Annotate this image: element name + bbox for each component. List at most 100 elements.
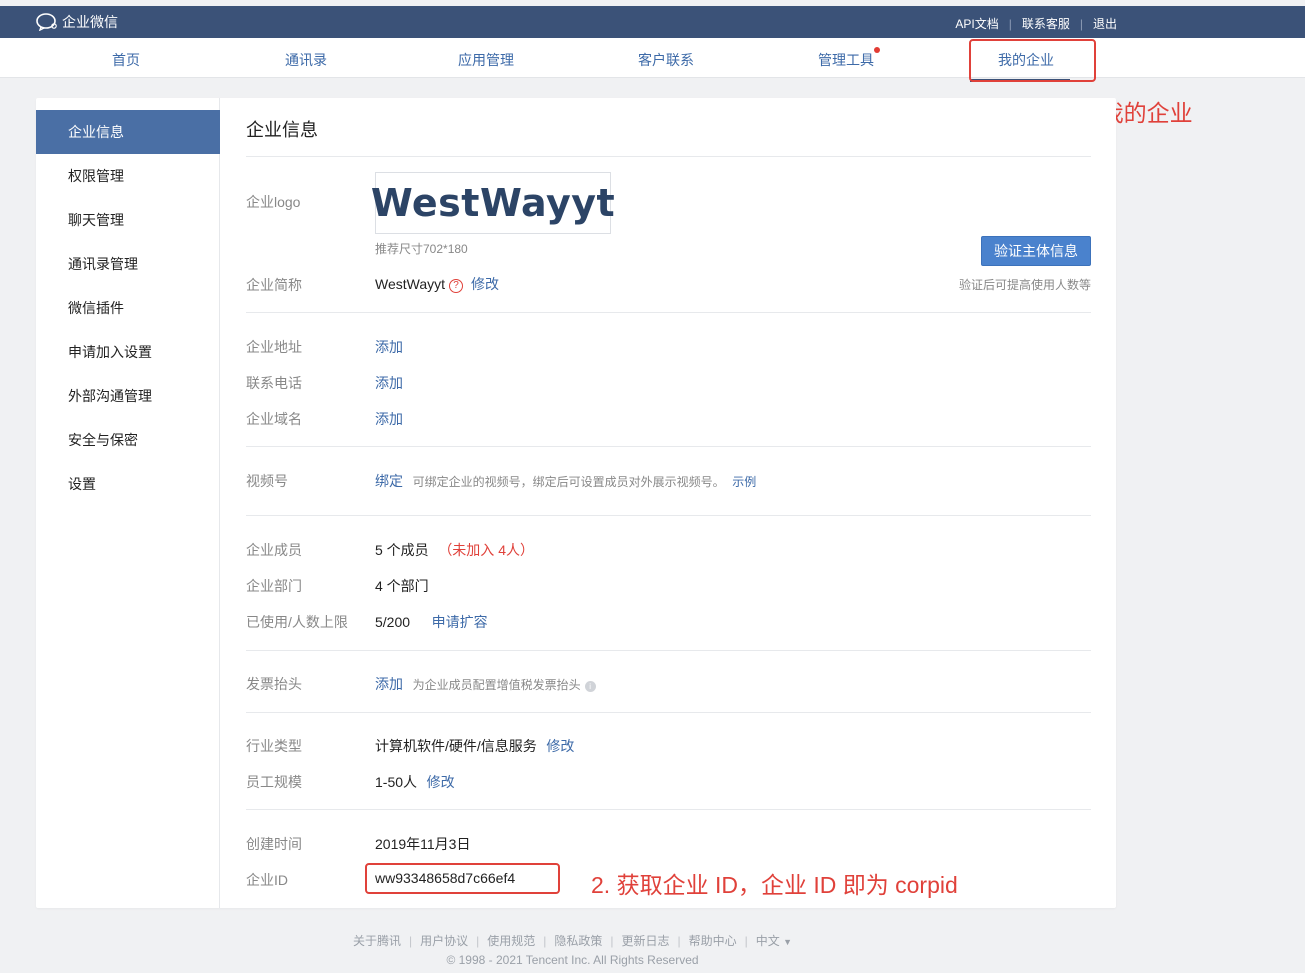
separator: | (744, 934, 748, 948)
phone-label: 联系电话 (246, 375, 302, 391)
caret-down-icon: ▼ (783, 937, 793, 947)
separator: | (476, 934, 480, 948)
help-question-icon[interactable]: ? (449, 279, 464, 293)
verify-hint: 验证后可提高使用人数等 (958, 278, 1091, 292)
api-docs-link[interactable]: API文档 (955, 15, 998, 32)
annotation-step2: 2. 获取企业 ID，企业 ID 即为 corpid (591, 872, 958, 898)
industry-value: 计算机软件/硬件/信息服务 (375, 738, 537, 754)
separator: | (408, 934, 413, 948)
short-name-value: WestWayyt (375, 276, 446, 292)
members-value: 5 个成员 (375, 542, 429, 558)
members-not-joined[interactable]: （未加入 4人） (438, 542, 534, 558)
nav-home[interactable]: 首页 (112, 50, 140, 70)
separator: | (677, 934, 681, 948)
divider (246, 515, 1091, 516)
footer-link-help[interactable]: 帮助中心 (689, 934, 737, 948)
nav-management-tools[interactable]: 管理工具 (818, 47, 880, 70)
departments-label: 企业部门 (246, 578, 302, 594)
scale-value: 1-50人 (375, 774, 418, 790)
separator: | (610, 934, 614, 948)
highlight-my-enterprise (969, 39, 1096, 82)
logo-label: 企业logo (246, 194, 301, 210)
nav-app-management[interactable]: 应用管理 (458, 50, 514, 70)
sidebar-item-chat-management[interactable]: 聊天管理 (36, 198, 220, 242)
divider (246, 156, 1091, 157)
enterprise-logo-image[interactable]: WestWayyt (371, 172, 615, 234)
created-value: 2019年11月3日 (375, 836, 471, 852)
channels-label: 视频号 (246, 473, 288, 489)
logo-image-text: WestWayyt (370, 181, 616, 225)
members-label: 企业成员 (246, 542, 302, 558)
sidebar-item-settings[interactable]: 设置 (36, 462, 220, 506)
footer-link-user-agreement[interactable]: 用户协议 (420, 934, 468, 948)
channels-example-link[interactable]: 示例 (732, 475, 756, 489)
content-card: 企业信息 权限管理 聊天管理 通讯录管理 微信插件 申请加入设置 外部沟通管理 … (36, 98, 1116, 908)
channels-desc: 可绑定企业的视频号，绑定后可设置成员对外展示视频号。 (412, 475, 725, 489)
address-label: 企业地址 (246, 339, 302, 355)
separator: | (1079, 16, 1083, 31)
sidebar-item-external-communication[interactable]: 外部沟通管理 (36, 374, 220, 418)
footer-copyright: © 1998 - 2021 Tencent Inc. All Rights Re… (446, 953, 699, 967)
footer-link-changelog[interactable]: 更新日志 (622, 934, 670, 948)
members-row: 5 个成员 （未加入 4人） (375, 540, 534, 560)
address-add-link[interactable]: 添加 (375, 337, 403, 357)
sidebar-item-permissions[interactable]: 权限管理 (36, 154, 220, 198)
departments-value: 4 个部门 (375, 578, 429, 594)
sidebar-item-security[interactable]: 安全与保密 (36, 418, 220, 462)
sidebar-item-contacts-management[interactable]: 通讯录管理 (36, 242, 220, 286)
top-links: API文档 | 联系客服 | 退出 (955, 15, 1117, 32)
invoice-label: 发票抬头 (246, 676, 302, 692)
divider (246, 650, 1091, 651)
sidebar-item-enterprise-info[interactable]: 企业信息 (36, 110, 220, 154)
footer-link-privacy[interactable]: 隐私政策 (554, 934, 602, 948)
sidebar: 企业信息 权限管理 聊天管理 通讯录管理 微信插件 申请加入设置 外部沟通管理 … (36, 98, 220, 908)
language-select[interactable]: 中文 ▼ (756, 934, 792, 948)
short-name-label: 企业简称 (246, 277, 302, 293)
channels-row: 绑定 可绑定企业的视频号，绑定后可设置成员对外展示视频号。 示例 (375, 471, 756, 491)
usage-row: 5/200 申请扩容 (375, 612, 488, 632)
wecom-logo-icon (36, 13, 57, 31)
short-name-row: WestWayyt? 修改 (375, 274, 499, 294)
footer-link-about[interactable]: 关于腾讯 (353, 934, 401, 948)
industry-edit-link[interactable]: 修改 (546, 738, 574, 754)
notification-dot (874, 47, 880, 53)
logo-size-hint: 推荐尺寸702*180 (375, 242, 468, 256)
footer-link-usage-rules[interactable]: 使用规范 (487, 934, 535, 948)
sidebar-item-join-settings[interactable]: 申请加入设置 (36, 330, 220, 374)
main-nav: 首页 通讯录 应用管理 客户联系 管理工具 我的企业 (0, 38, 1305, 82)
main-panel: 企业信息 企业logo WestWayyt 推荐尺寸702*180 验证主体信息… (221, 98, 1116, 908)
verify-entity-button[interactable]: 验证主体信息 (981, 236, 1091, 266)
separator: | (543, 934, 547, 948)
scale-edit-link[interactable]: 修改 (427, 774, 455, 790)
contact-support-link[interactable]: 联系客服 (1022, 15, 1070, 32)
divider (246, 312, 1091, 313)
brand-name: 企业微信 (62, 14, 118, 30)
info-icon[interactable]: i (584, 681, 596, 692)
divider (246, 712, 1091, 713)
top-bar: 企业微信 API文档 | 联系客服 | 退出 (0, 6, 1305, 38)
scale-label: 员工规模 (246, 774, 302, 790)
invoice-add-link[interactable]: 添加 (375, 676, 403, 692)
apply-expansion-link[interactable]: 申请扩容 (432, 614, 488, 630)
usage-label: 已使用/人数上限 (246, 614, 348, 630)
brand-logo[interactable]: 企业微信 (36, 12, 118, 32)
invoice-row: 添加 为企业成员配置增值税发票抬头 i (375, 674, 596, 694)
phone-add-link[interactable]: 添加 (375, 373, 403, 393)
channels-bind-link[interactable]: 绑定 (375, 473, 403, 489)
domain-add-link[interactable]: 添加 (375, 409, 403, 429)
nav-contacts[interactable]: 通讯录 (285, 50, 327, 70)
nav-customer-contact[interactable]: 客户联系 (638, 50, 694, 70)
industry-label: 行业类型 (246, 738, 302, 754)
separator: | (1008, 16, 1012, 31)
footer-links: 关于腾讯 | 用户协议 | 使用规范 | 隐私政策 | 更新日志 | 帮助中心 | 中文 ▼ (0, 932, 1145, 949)
divider (246, 809, 1091, 810)
nav-management-tools-label: 管理工具 (818, 52, 874, 68)
usage-value: 5/200 (375, 614, 411, 630)
logout-link[interactable]: 退出 (1093, 15, 1117, 32)
created-label: 创建时间 (246, 836, 302, 852)
short-name-edit-link[interactable]: 修改 (471, 276, 499, 292)
language-label: 中文 (755, 934, 780, 948)
sidebar-item-wechat-plugin[interactable]: 微信插件 (36, 286, 220, 330)
industry-row: 计算机软件/硬件/信息服务 修改 (375, 736, 574, 756)
domain-label: 企业域名 (246, 411, 302, 427)
